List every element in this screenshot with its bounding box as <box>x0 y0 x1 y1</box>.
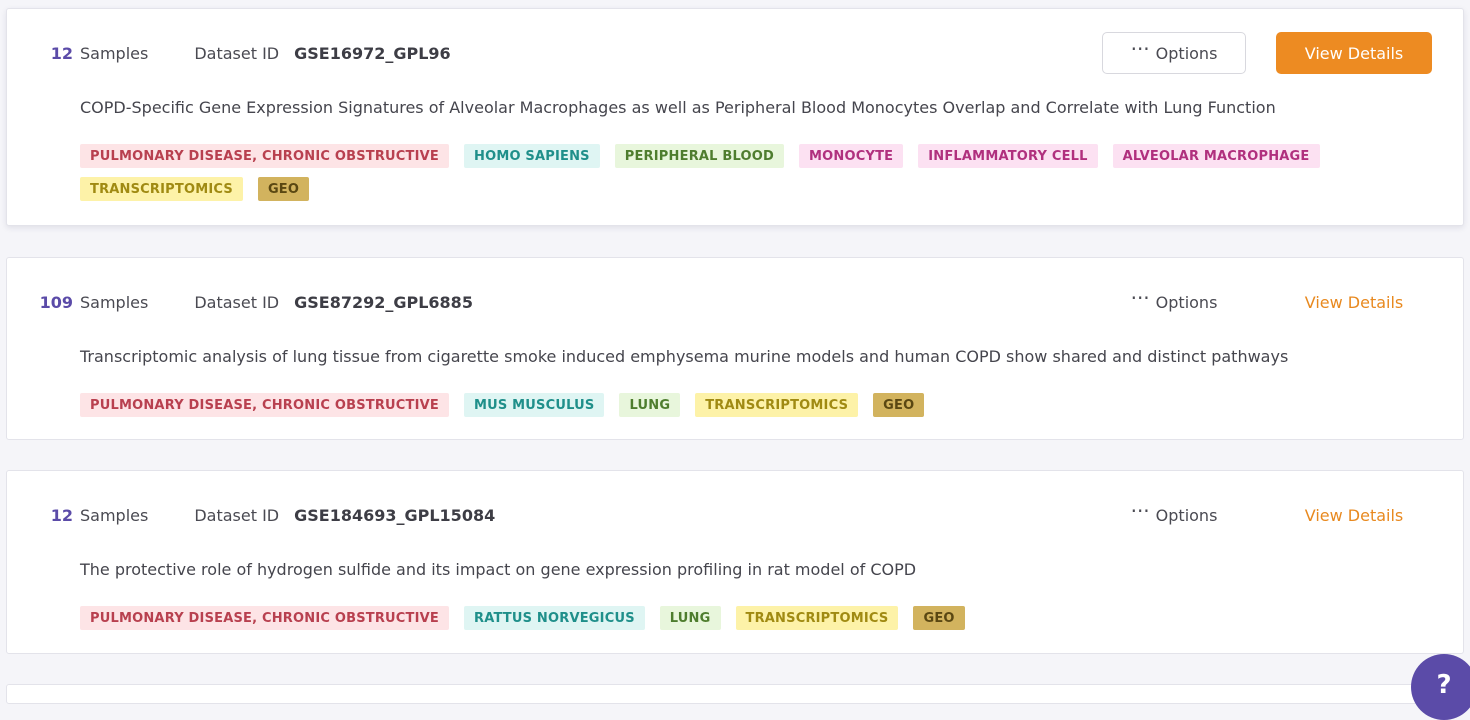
options-button[interactable]: ··· Options <box>1102 281 1246 323</box>
tag-source[interactable]: GEO <box>257 177 310 201</box>
options-button[interactable]: ··· Options <box>1102 494 1246 536</box>
samples-label: Samples <box>80 292 149 312</box>
dataset-card[interactable]: 12 Samples Dataset ID GSE16972_GPL96 ···… <box>6 8 1464 226</box>
dataset-id: GSE87292_GPL6885 <box>294 292 473 312</box>
tag-list: PULMONARY DISEASE, CHRONIC OBSTRUCTIVE M… <box>80 393 1443 417</box>
help-button[interactable]: ? <box>1411 654 1470 720</box>
tag-cell-type[interactable]: MONOCYTE <box>799 144 904 168</box>
dataset-id: GSE184693_GPL15084 <box>294 505 496 525</box>
samples-count: 109 <box>39 292 73 312</box>
dataset-title: COPD-Specific Gene Expression Signatures… <box>80 98 1276 117</box>
tag-species[interactable]: HOMO SAPIENS <box>463 144 600 168</box>
view-details-label: View Details <box>1304 292 1404 312</box>
more-horizontal-icon: ··· <box>1130 286 1150 310</box>
samples-count: 12 <box>50 505 73 525</box>
options-label: Options <box>1155 292 1218 312</box>
samples-count: 12 <box>50 43 73 63</box>
tag-omics[interactable]: TRANSCRIPTOMICS <box>80 177 243 201</box>
options-label: Options <box>1155 43 1218 63</box>
dataset-id-label: Dataset ID <box>194 505 280 525</box>
tag-tissue[interactable]: LUNG <box>619 393 681 417</box>
tag-disease[interactable]: PULMONARY DISEASE, CHRONIC OBSTRUCTIVE <box>80 144 449 168</box>
tag-omics[interactable]: TRANSCRIPTOMICS <box>695 393 859 417</box>
view-details-label: View Details <box>1304 505 1404 525</box>
more-horizontal-icon: ··· <box>1130 499 1150 523</box>
dataset-title: The protective role of hydrogen sulfide … <box>80 560 917 579</box>
dataset-title: Transcriptomic analysis of lung tissue f… <box>80 347 1289 366</box>
tag-source[interactable]: GEO <box>873 393 925 417</box>
tag-source[interactable]: GEO <box>913 606 965 630</box>
tag-disease[interactable]: PULMONARY DISEASE, CHRONIC OBSTRUCTIVE <box>80 606 449 630</box>
tag-omics[interactable]: TRANSCRIPTOMICS <box>735 606 899 630</box>
options-button[interactable]: ··· Options <box>1102 32 1246 74</box>
tag-tissue[interactable]: PERIPHERAL BLOOD <box>614 144 784 168</box>
dataset-card[interactable] <box>6 684 1464 704</box>
dataset-card[interactable]: 109 Samples Dataset ID GSE87292_GPL6885 … <box>6 257 1464 440</box>
samples-label: Samples <box>80 43 149 63</box>
tag-cell-type[interactable]: INFLAMMATORY CELL <box>918 144 1098 168</box>
tag-list: PULMONARY DISEASE, CHRONIC OBSTRUCTIVE R… <box>80 606 1443 630</box>
dataset-card[interactable]: 12 Samples Dataset ID GSE184693_GPL15084… <box>6 470 1464 654</box>
help-icon: ? <box>1436 670 1452 700</box>
view-details-button[interactable]: View Details <box>1276 32 1432 74</box>
tag-cell-type[interactable]: ALVEOLAR MACROPHAGE <box>1112 144 1320 168</box>
samples-label: Samples <box>80 505 149 525</box>
view-details-label: View Details <box>1304 43 1404 63</box>
more-horizontal-icon: ··· <box>1130 37 1150 61</box>
options-label: Options <box>1155 505 1218 525</box>
dataset-id-label: Dataset ID <box>194 292 280 312</box>
tag-disease[interactable]: PULMONARY DISEASE, CHRONIC OBSTRUCTIVE <box>80 393 449 417</box>
view-details-button[interactable]: View Details <box>1276 494 1432 536</box>
dataset-id-label: Dataset ID <box>194 43 280 63</box>
tag-tissue[interactable]: LUNG <box>659 606 721 630</box>
dataset-id: GSE16972_GPL96 <box>294 43 451 63</box>
view-details-button[interactable]: View Details <box>1276 281 1432 323</box>
tag-list: PULMONARY DISEASE, CHRONIC OBSTRUCTIVE H… <box>80 144 1443 201</box>
tag-species[interactable]: MUS MUSCULUS <box>463 393 605 417</box>
tag-species[interactable]: RATTUS NORVEGICUS <box>463 606 645 630</box>
